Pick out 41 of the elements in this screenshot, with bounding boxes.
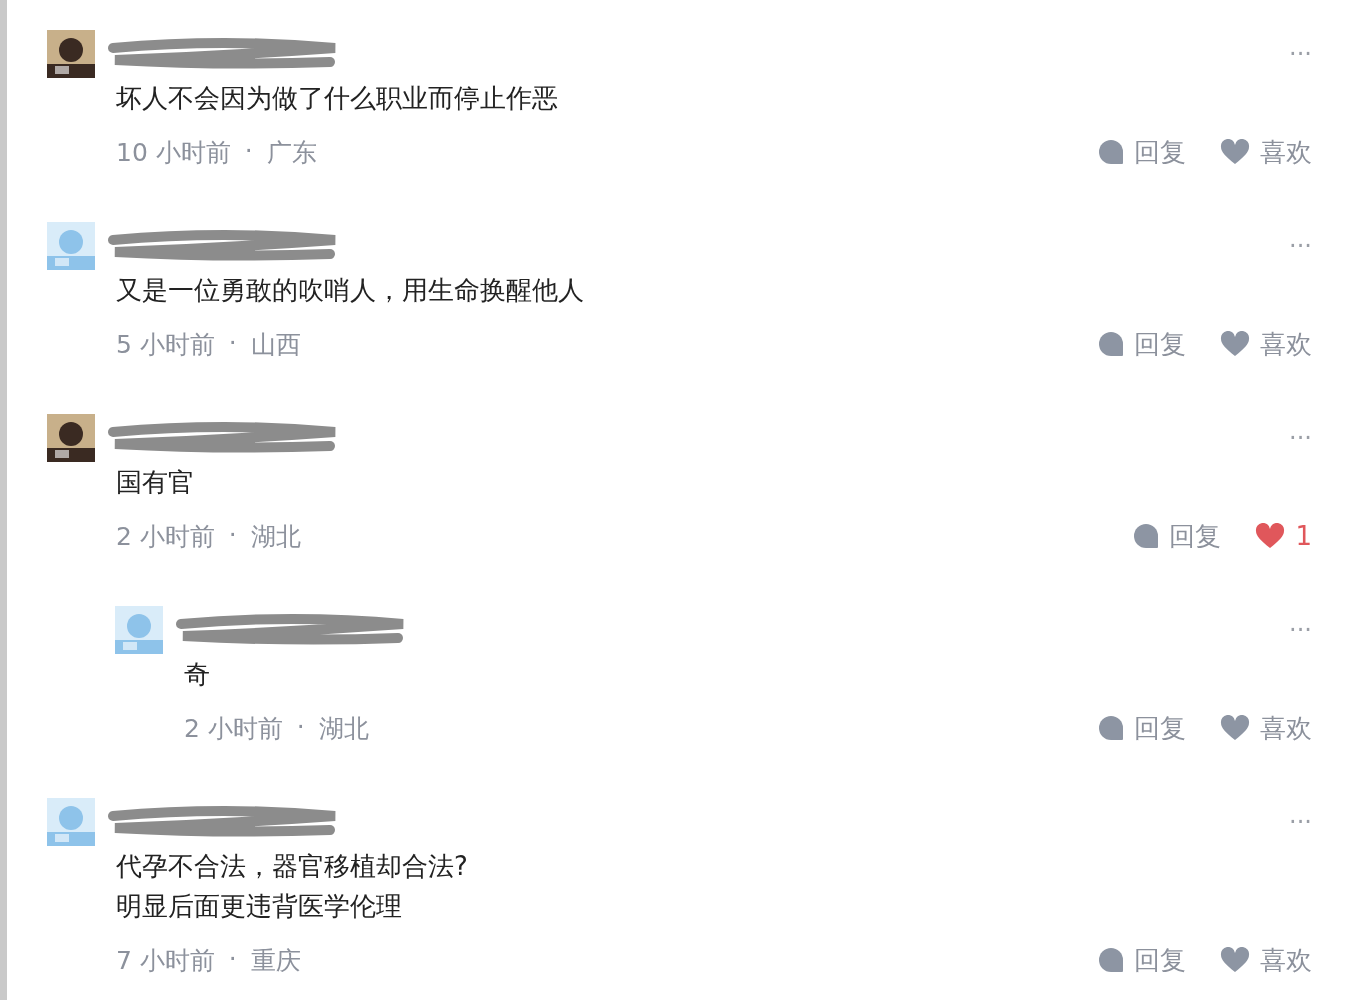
comment-location: 山西 [250, 328, 301, 361]
separator-dot: · [228, 327, 237, 359]
comment-icon [1098, 947, 1124, 973]
comment-time: 2 小时前 [184, 712, 283, 745]
more-button[interactable]: ··· [1289, 424, 1312, 452]
comment-icon [1133, 523, 1160, 549]
comment-time: 10 小时前 [116, 136, 231, 169]
comment-location: 重庆 [250, 944, 301, 977]
reply-button[interactable]: 回复 [1133, 518, 1222, 554]
more-button[interactable]: ··· [1289, 808, 1312, 836]
separator-dot: · [228, 519, 237, 551]
reply-button[interactable]: 回复 [1098, 710, 1186, 746]
more-button[interactable]: ··· [1289, 40, 1312, 68]
comment-location: 湖北 [318, 712, 369, 745]
comment-icon [1098, 139, 1124, 165]
reply-button[interactable]: 回复 [1098, 134, 1186, 170]
separator-dot: · [296, 711, 305, 743]
comment-location: 湖北 [250, 520, 301, 553]
like-button[interactable]: 喜欢 [1220, 942, 1312, 978]
comment-text: 坏人不会因为做了什么职业而停止作恶 [116, 82, 559, 115]
reply-button[interactable]: 回复 [1098, 326, 1186, 362]
comment-text: 国有官 [116, 466, 195, 499]
comment-text: 代孕不合法，器官移植却合法? [116, 850, 469, 883]
more-button[interactable]: ··· [1289, 232, 1312, 260]
comment-time: 5 小时前 [116, 328, 215, 361]
like-button[interactable]: 喜欢 [1220, 134, 1312, 170]
comment-time: 7 小时前 [116, 944, 215, 977]
comment-text: 奇 [184, 658, 211, 691]
comment-icon [1098, 331, 1124, 357]
like-button[interactable]: 1 [1255, 521, 1312, 551]
comment-location: 广东 [266, 136, 317, 169]
comment-time: 2 小时前 [116, 520, 215, 553]
comment-icon [1098, 715, 1124, 741]
comment-text: 明显后面更违背医学伦理 [116, 890, 403, 923]
separator-dot: · [244, 135, 253, 167]
reply-button[interactable]: 回复 [1098, 942, 1186, 978]
separator-dot: · [228, 943, 237, 975]
like-button[interactable]: 喜欢 [1220, 710, 1312, 746]
more-button[interactable]: ··· [1289, 616, 1312, 644]
like-button[interactable]: 喜欢 [1220, 326, 1312, 362]
comment-text: 又是一位勇敢的吹哨人，用生命换醒他人 [116, 274, 585, 307]
